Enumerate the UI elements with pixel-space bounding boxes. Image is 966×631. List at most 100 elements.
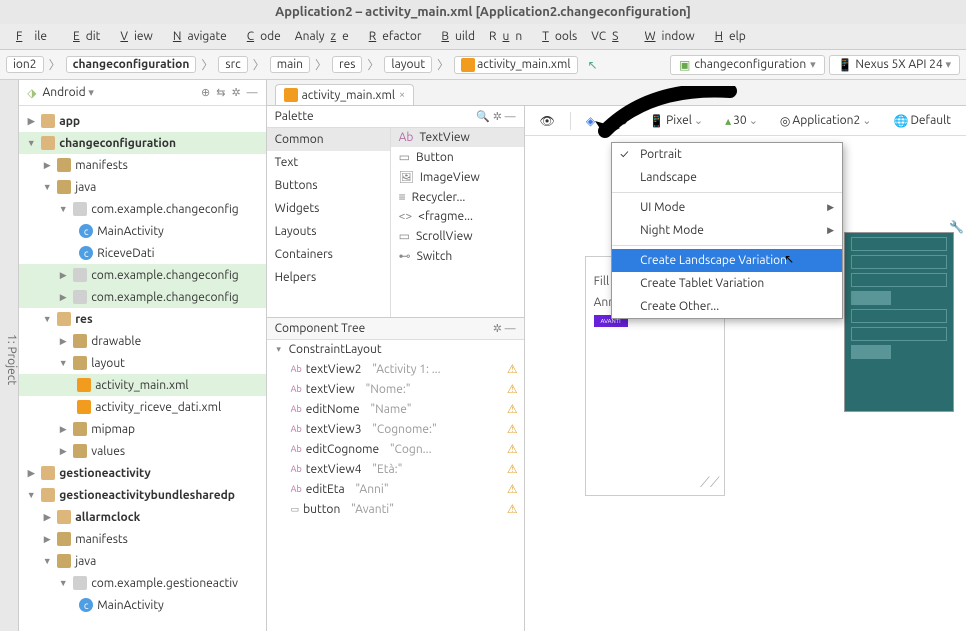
folder-icon [57, 312, 71, 326]
crumb-0[interactable]: ion2 [6, 56, 44, 73]
cat-containers[interactable]: Containers [267, 243, 390, 266]
folder-icon [41, 466, 55, 480]
class-icon: c [79, 224, 93, 238]
menu-navigate[interactable]: Navigate [161, 28, 233, 45]
menu-refactor[interactable]: Refactor [357, 28, 428, 45]
crumb-6[interactable]: activity_main.xml [454, 56, 577, 74]
folder-icon [57, 180, 71, 194]
cat-widgets[interactable]: Widgets [267, 197, 390, 220]
minimize-icon[interactable]: — [505, 323, 516, 335]
crumb-2[interactable]: src [218, 56, 247, 73]
menu-analyze[interactable]: Analyze [289, 28, 355, 45]
xml-icon [461, 58, 475, 72]
collapse-icon[interactable]: ⇆ [216, 86, 225, 99]
gear-icon[interactable]: ✲ [493, 110, 502, 123]
search-icon[interactable]: 🔍 [476, 110, 490, 123]
warning-icon[interactable]: ⚠ [507, 462, 518, 476]
folder-icon [57, 532, 71, 546]
warning-icon[interactable]: ⚠ [507, 402, 518, 416]
crumb-3[interactable]: main [270, 56, 310, 73]
package-icon [73, 290, 87, 304]
orientation-menu: ✓Portrait Landscape UI Mode▶ Night Mode▶… [611, 142, 843, 319]
item-imageview[interactable]: 🖼ImageView [391, 167, 524, 187]
item-switch[interactable]: ⊷Switch [391, 246, 524, 266]
item-recycler[interactable]: ≡Recycler... [391, 187, 524, 207]
menu-edit[interactable]: Edit [61, 28, 106, 45]
cat-text[interactable]: Text [267, 151, 390, 174]
menu-help[interactable]: Help [703, 28, 752, 45]
hide-icon[interactable]: — [247, 87, 258, 99]
folder-icon [57, 158, 71, 172]
design-surface: 👁 ◈ ⟲ ✓Portrait Landscape UI Mode▶ Night… [525, 106, 966, 631]
warning-icon[interactable]: ⚠ [507, 362, 518, 376]
eye-icon[interactable]: 👁 [533, 111, 562, 131]
run-config-dropdown[interactable]: ▣ changeconfiguration ▾ [670, 55, 825, 75]
folder-icon [73, 356, 87, 370]
package-icon [73, 202, 87, 216]
project-panel: ⬗ Android ▾ ⊕ ⇆ ✲ — ▶app ▼changeconfigur… [19, 80, 266, 631]
folder-icon [73, 444, 87, 458]
menu-create-other[interactable]: Create Other... [612, 295, 842, 318]
settings-icon[interactable]: ✲ [231, 86, 240, 99]
menu-create-landscape[interactable]: Create Landscape Variation↖ [612, 249, 842, 272]
menu-code[interactable]: Code [235, 28, 287, 45]
class-icon: c [79, 246, 93, 260]
folder-icon [57, 554, 71, 568]
menu-landscape[interactable]: Landscape [612, 166, 842, 189]
item-scrollview[interactable]: ▭ScrollView [391, 226, 524, 246]
palette-items[interactable]: AbTextView ▭Button 🖼ImageView ≡Recycler.… [391, 128, 524, 317]
component-tree-title: Component Tree [275, 322, 493, 335]
warning-icon[interactable]: ⚠ [507, 422, 518, 436]
preview-blueprint[interactable] [844, 232, 954, 412]
warning-icon[interactable]: ⚠ [507, 482, 518, 496]
left-rail[interactable]: 1: Project [0, 80, 19, 631]
menu-build[interactable]: Build [429, 28, 481, 45]
editor-tab[interactable]: activity_main.xml × [275, 84, 415, 105]
menu-vcs[interactable]: VCS [585, 28, 630, 45]
menu-night-mode[interactable]: Night Mode▶ [612, 219, 842, 242]
menu-create-tablet[interactable]: Create Tablet Variation [612, 272, 842, 295]
theme-selector[interactable]: ◎ Application2 ⌄ [773, 111, 879, 131]
target-icon[interactable]: ⊕ [201, 86, 210, 99]
package-icon [73, 268, 87, 282]
menu-file[interactable]: File [4, 28, 59, 45]
crumb-1[interactable]: changeconfiguration [66, 56, 197, 73]
cat-common[interactable]: Common [267, 128, 390, 151]
sync-icon[interactable]: ↖ [588, 58, 598, 72]
editor-area: activity_main.xml × Palette 🔍 ✲ — Common… [267, 80, 966, 631]
crumb-5[interactable]: layout [384, 56, 432, 73]
menu-tools[interactable]: Tools [530, 28, 583, 45]
cat-helpers[interactable]: Helpers [267, 266, 390, 289]
project-view-selector[interactable]: Android ▾ [42, 86, 195, 99]
wrench-icon[interactable]: 🔧 [949, 220, 964, 234]
folder-icon [73, 422, 87, 436]
minimize-icon[interactable]: — [505, 111, 516, 123]
item-button[interactable]: ▭Button [391, 147, 524, 167]
folder-icon [73, 334, 87, 348]
crumb-4[interactable]: res [332, 56, 362, 73]
item-textview[interactable]: AbTextView [391, 128, 524, 147]
warning-icon[interactable]: ⚠ [507, 442, 518, 456]
xml-icon [77, 400, 91, 414]
folder-icon [57, 510, 71, 524]
close-icon[interactable]: × [399, 89, 405, 101]
folder-icon [41, 488, 55, 502]
locale-selector[interactable]: 🌐 Default [887, 111, 959, 131]
cat-layouts[interactable]: Layouts [267, 220, 390, 243]
breadcrumb-bar: ion2〉 changeconfiguration〉 src〉 main〉 re… [0, 50, 966, 80]
warning-icon[interactable]: ⚠ [507, 502, 518, 516]
item-fragment[interactable]: <><fragme... [391, 207, 524, 226]
warning-icon[interactable]: ⚠ [507, 382, 518, 396]
device-dropdown[interactable]: 📱 Nexus 5X API 24 ▾ [829, 55, 960, 75]
resize-handle-icon[interactable]: ⟋⟋ [700, 474, 720, 491]
menu-run[interactable]: Run [483, 28, 528, 45]
cat-buttons[interactable]: Buttons [267, 174, 390, 197]
project-tree[interactable]: ▶app ▼changeconfiguration ▶manifests ▼ja… [19, 106, 265, 631]
palette-categories[interactable]: Common Text Buttons Widgets Layouts Cont… [267, 128, 391, 317]
gear-icon[interactable]: ✲ [493, 322, 502, 335]
menu-view[interactable]: View [108, 28, 158, 45]
menu-window[interactable]: Window [632, 28, 700, 45]
window-title: Application2 – activity_main.xml [Applic… [0, 0, 966, 24]
component-tree[interactable]: ▾ConstraintLayout AbtextView2 "Activity … [267, 340, 524, 631]
menu-ui-mode[interactable]: UI Mode▶ [612, 196, 842, 219]
